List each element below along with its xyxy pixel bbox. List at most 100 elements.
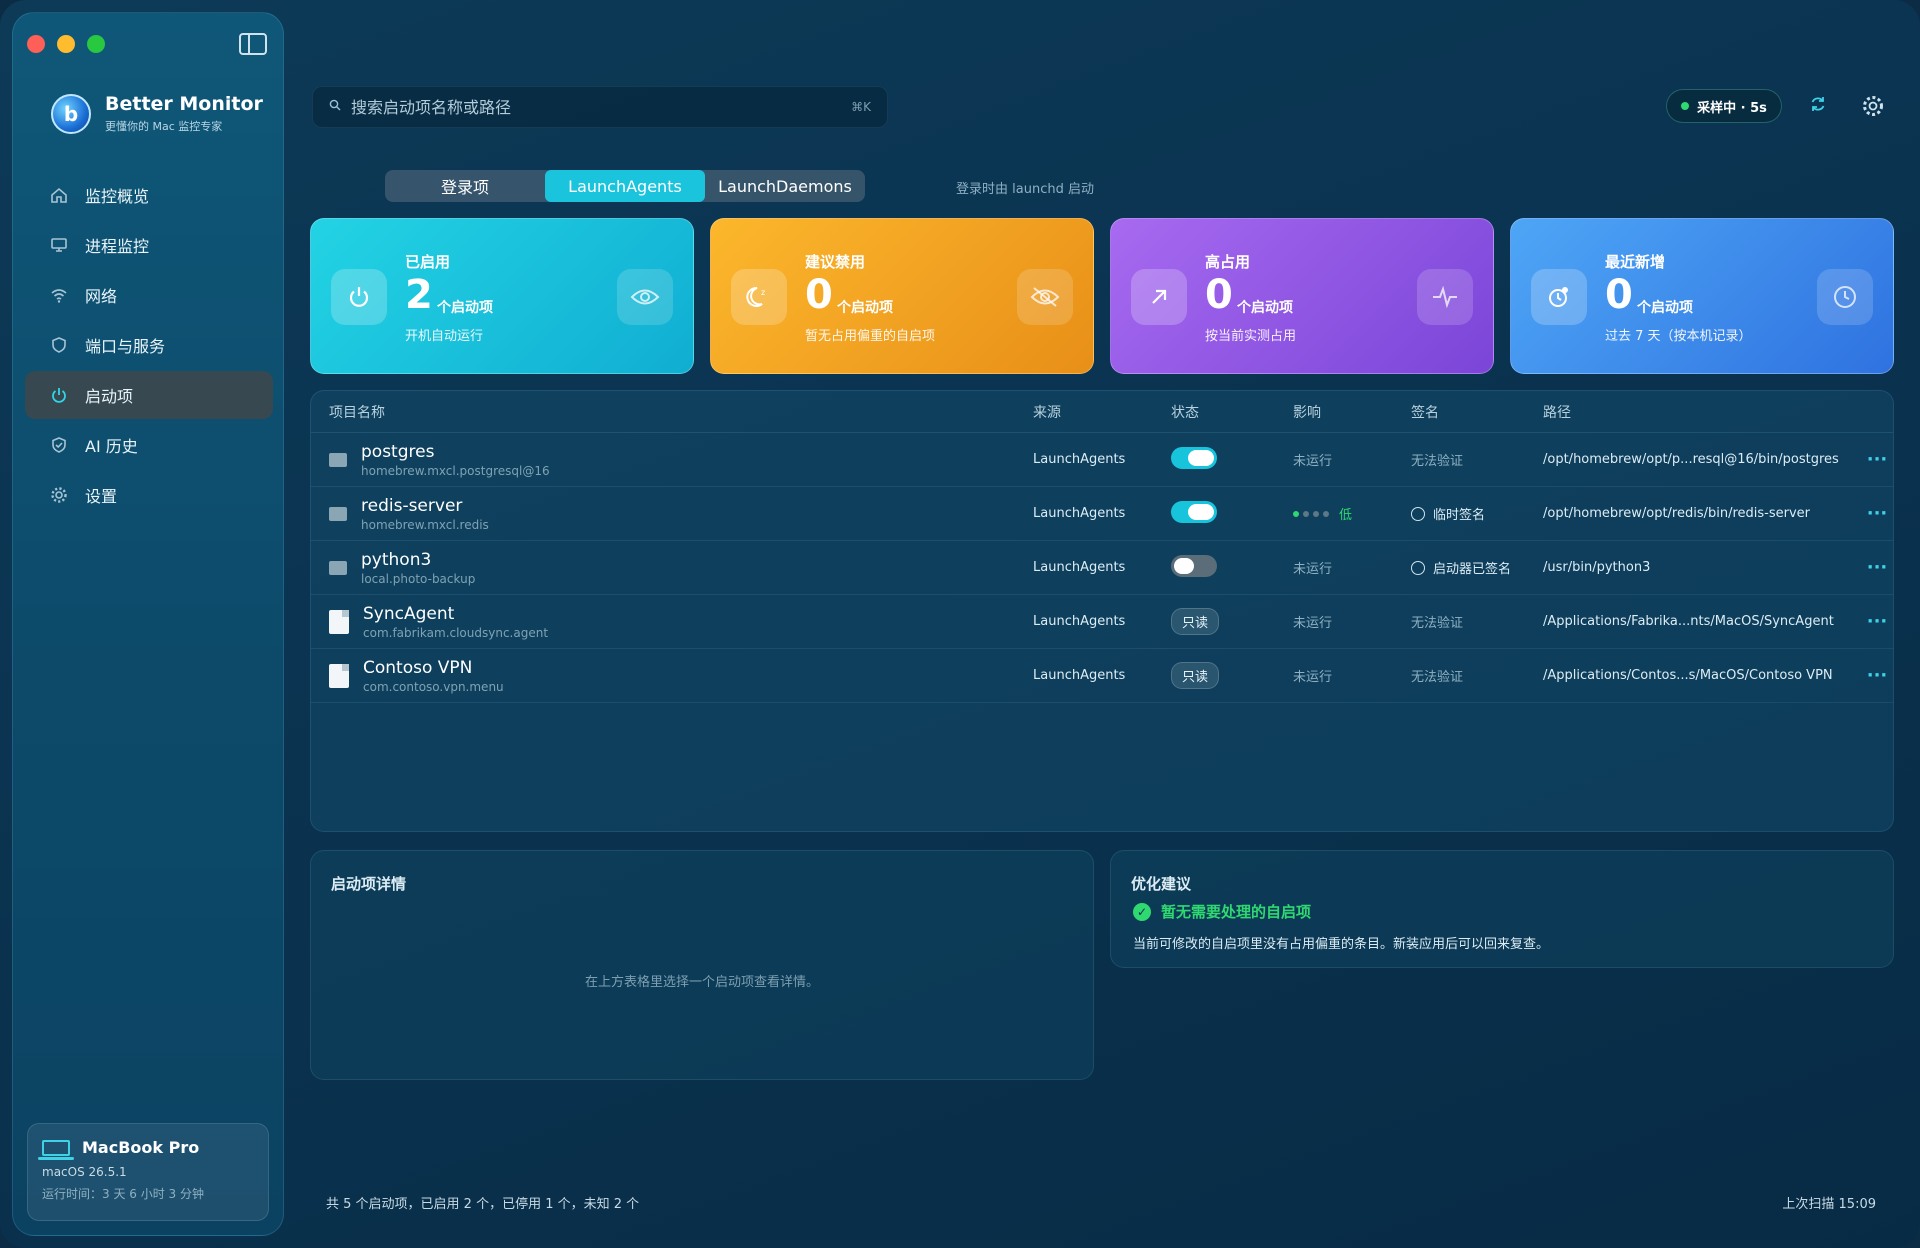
- header-source[interactable]: 来源: [1033, 402, 1171, 422]
- enable-toggle[interactable]: [1171, 500, 1217, 523]
- table-row[interactable]: Contoso VPN com.contoso.vpn.menu LaunchA…: [311, 649, 1893, 703]
- sidebar-item-label: 端口与服务: [85, 337, 166, 356]
- card-value: 0: [1605, 272, 1633, 318]
- item-path: /usr/bin/python3: [1543, 560, 1651, 575]
- enable-toggle[interactable]: [1171, 554, 1217, 577]
- item-path: /Applications/Fabrika...nts/MacOS/SyncAg…: [1543, 614, 1834, 629]
- clock-plus-icon: [1531, 269, 1587, 325]
- search-icon: [329, 99, 341, 115]
- document-icon: [329, 663, 349, 688]
- table-row[interactable]: SyncAgent com.fabrikam.cloudsync.agent L…: [311, 595, 1893, 649]
- card-sub: 按当前实测占用: [1205, 329, 1297, 344]
- sidebar-item-settings[interactable]: 设置: [25, 471, 273, 519]
- sidebar-item-overview[interactable]: 监控概览: [25, 171, 273, 219]
- table-row[interactable]: redis-server homebrew.mxcl.redis LaunchA…: [311, 487, 1893, 541]
- more-icon[interactable]: ···: [1861, 557, 1893, 578]
- item-source: LaunchAgents: [1033, 614, 1126, 629]
- svg-text:z: z: [761, 288, 765, 297]
- item-sign: 临时签名: [1433, 508, 1486, 523]
- sidebar-item-network[interactable]: 网络: [25, 271, 273, 319]
- enable-toggle[interactable]: [1171, 446, 1217, 469]
- tab-launch-daemons[interactable]: LaunchDaemons: [705, 170, 865, 202]
- source-tabs: 登录项 LaunchAgents LaunchDaemons: [385, 170, 865, 202]
- card-high-usage[interactable]: 高占用 0 个启动项 按当前实测占用: [1110, 218, 1494, 374]
- close-window-button[interactable]: [27, 35, 45, 53]
- footer-summary: 共 5 个启动项，已启用 2 个，已停用 1 个，未知 2 个: [326, 1197, 640, 1212]
- executable-icon: [329, 452, 347, 467]
- sidebar-item-ports[interactable]: 端口与服务: [25, 321, 273, 369]
- sidebar-toggle-icon[interactable]: [239, 33, 267, 55]
- more-icon[interactable]: ···: [1861, 503, 1893, 524]
- startup-items-table: 项目名称 来源 状态 影响 签名 路径 postgres homebrew.mx…: [310, 390, 1894, 832]
- header-name[interactable]: 项目名称: [311, 402, 1033, 422]
- card-value: 2: [405, 272, 433, 318]
- shield-check-icon: [49, 435, 69, 455]
- header-path[interactable]: 路径: [1543, 402, 1861, 422]
- item-path: /Applications/Contos...s/MacOS/Contoso V…: [1543, 668, 1833, 683]
- zoom-window-button[interactable]: [87, 35, 105, 53]
- item-impact: 低: [1339, 508, 1353, 523]
- search-input[interactable]: [351, 97, 852, 117]
- readonly-badge: 只读: [1171, 608, 1220, 635]
- card-enabled[interactable]: 已启用 2 个启动项 开机自动运行: [310, 218, 694, 374]
- tab-hint: 登录时由 launchd 启动: [956, 182, 1094, 197]
- item-sign: 无法验证: [1411, 454, 1464, 469]
- more-icon[interactable]: ···: [1861, 449, 1893, 470]
- settings-gear-icon[interactable]: [1860, 94, 1886, 120]
- card-sub: 暂无占用偏重的自启项: [805, 329, 936, 344]
- card-label: 最近新增: [1605, 253, 1666, 271]
- header-impact[interactable]: 影响: [1293, 402, 1411, 422]
- detail-panel: 启动项详情 在上方表格里选择一个启动项查看详情。: [310, 850, 1094, 1080]
- search-shortcut: ⌘K: [851, 100, 871, 114]
- shield-icon: [49, 335, 69, 355]
- card-sub: 开机自动运行: [405, 329, 484, 344]
- card-suggest-disable[interactable]: z 建议禁用 0 个启动项 暂无占用偏重的自启项: [710, 218, 1094, 374]
- sidebar-item-label: 监控概览: [85, 187, 150, 206]
- sampling-status-badge[interactable]: 采样中 · 5s: [1666, 89, 1782, 123]
- item-name: postgres: [361, 441, 435, 462]
- sidebar-item-label: 启动项: [85, 387, 134, 406]
- table-row[interactable]: python3 local.photo-backup LaunchAgents …: [311, 541, 1893, 595]
- executable-icon: [329, 560, 347, 575]
- item-id: local.photo-backup: [361, 571, 476, 586]
- item-path: /opt/homebrew/opt/redis/bin/redis-server: [1543, 506, 1811, 521]
- device-uptime: 运行时间：3 天 6 小时 3 分钟: [42, 1187, 204, 1201]
- sidebar-item-startup[interactable]: 启动项: [25, 371, 273, 419]
- item-impact: 未运行: [1293, 616, 1333, 631]
- wifi-icon: [49, 285, 69, 305]
- table-row[interactable]: postgres homebrew.mxcl.postgresql@16 Lau…: [311, 433, 1893, 487]
- tab-launch-agents[interactable]: LaunchAgents: [545, 170, 705, 202]
- app-window: b Better Monitor 更懂你的 Mac 监控专家 监控概览 进程监控: [0, 0, 1920, 1248]
- item-impact: 未运行: [1293, 670, 1333, 685]
- gear-icon: [49, 485, 69, 505]
- card-unit: 个启动项: [837, 300, 893, 316]
- item-name: SyncAgent: [363, 603, 455, 624]
- sampling-label: 采样中 · 5s: [1697, 100, 1767, 116]
- card-recently-added[interactable]: 最近新增 0 个启动项 过去 7 天（按本机记录）: [1510, 218, 1894, 374]
- brand: b Better Monitor 更懂你的 Mac 监控专家: [51, 93, 263, 134]
- sidebar-item-ai-history[interactable]: AI 历史: [25, 421, 273, 469]
- refresh-icon[interactable]: [1806, 94, 1830, 118]
- item-id: com.contoso.vpn.menu: [363, 679, 504, 694]
- header-sign[interactable]: 签名: [1411, 402, 1543, 422]
- minimize-window-button[interactable]: [57, 35, 75, 53]
- sidebar-item-process[interactable]: 进程监控: [25, 221, 273, 269]
- header-status[interactable]: 状态: [1171, 402, 1293, 422]
- power-icon: [331, 269, 387, 325]
- moon-sleep-icon: z: [731, 269, 787, 325]
- pulse-icon: [1417, 269, 1473, 325]
- optimize-title: 优化建议: [1131, 875, 1192, 893]
- sidebar-nav: 监控概览 进程监控 网络 端口与服务 启动项 AI 历史 设置: [25, 171, 273, 521]
- status-dot-icon: [1681, 102, 1690, 110]
- device-os: macOS 26.5.1: [42, 1165, 127, 1179]
- impact-meter: 低: [1293, 504, 1411, 523]
- more-icon[interactable]: ···: [1861, 611, 1893, 632]
- sidebar: b Better Monitor 更懂你的 Mac 监控专家 监控概览 进程监控: [12, 12, 284, 1236]
- detail-empty-text: 在上方表格里选择一个启动项查看详情。: [584, 975, 819, 990]
- optimize-desc: 当前可修改的自启项里没有占用偏重的条目。新装应用后可以回来复查。: [1133, 937, 1550, 952]
- item-sign: 无法验证: [1411, 616, 1464, 631]
- item-source: LaunchAgents: [1033, 506, 1126, 521]
- power-icon: [49, 385, 69, 405]
- more-icon[interactable]: ···: [1861, 665, 1893, 686]
- tab-login-items[interactable]: 登录项: [385, 170, 545, 202]
